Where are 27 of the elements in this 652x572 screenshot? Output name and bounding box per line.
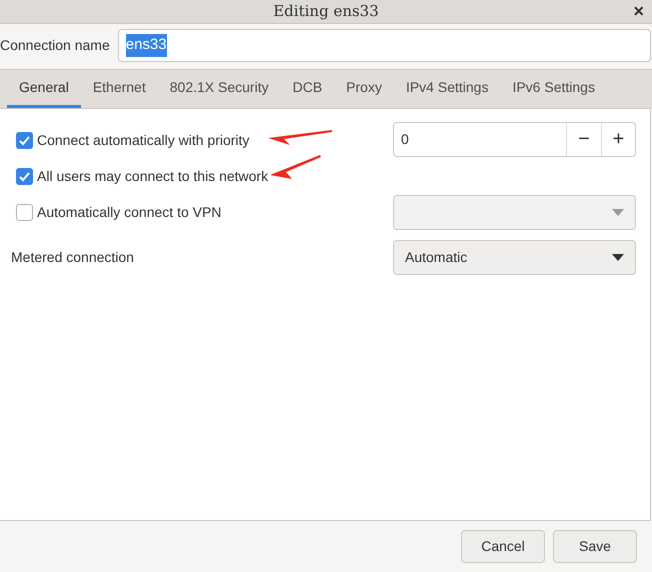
window-title: Editing ens33 xyxy=(273,1,379,22)
decrement-button[interactable]: − xyxy=(566,122,601,156)
priority-spin-field[interactable]: 0 − + xyxy=(393,122,636,156)
dropdown[interactable]: Automatic xyxy=(393,240,636,275)
tab[interactable]: DCB xyxy=(280,70,334,108)
tab[interactable]: 802.1X Security xyxy=(158,70,281,108)
arrow xyxy=(270,155,321,179)
tab[interactable]: IPv6 Settings xyxy=(500,70,607,108)
field-label: Connection name xyxy=(0,36,110,55)
field-label: Metered connection xyxy=(11,248,134,267)
checkbox[interactable] xyxy=(16,132,33,148)
checkbox-label[interactable]: Connect automatically with priority xyxy=(37,130,250,150)
name-field[interactable]: ens33 xyxy=(118,29,651,62)
checkbox[interactable] xyxy=(16,168,33,184)
checkbox[interactable] xyxy=(16,204,33,220)
tab[interactable]: IPv4 Settings xyxy=(394,70,500,108)
dialog-button[interactable]: Save xyxy=(553,530,637,563)
tab[interactable]: Ethernet xyxy=(80,70,158,108)
caret-icon xyxy=(612,208,624,216)
increment-button[interactable]: + xyxy=(601,122,635,156)
arrow xyxy=(268,130,332,145)
checkbox-label[interactable]: All users may connect to this network xyxy=(37,166,268,186)
dialog-button[interactable]: Cancel xyxy=(461,530,545,563)
close-button[interactable]: × xyxy=(633,0,644,22)
caret-icon xyxy=(612,254,624,261)
tab[interactable]: Proxy xyxy=(334,70,394,108)
checkbox-label[interactable]: Automatically connect to VPN xyxy=(37,202,222,222)
